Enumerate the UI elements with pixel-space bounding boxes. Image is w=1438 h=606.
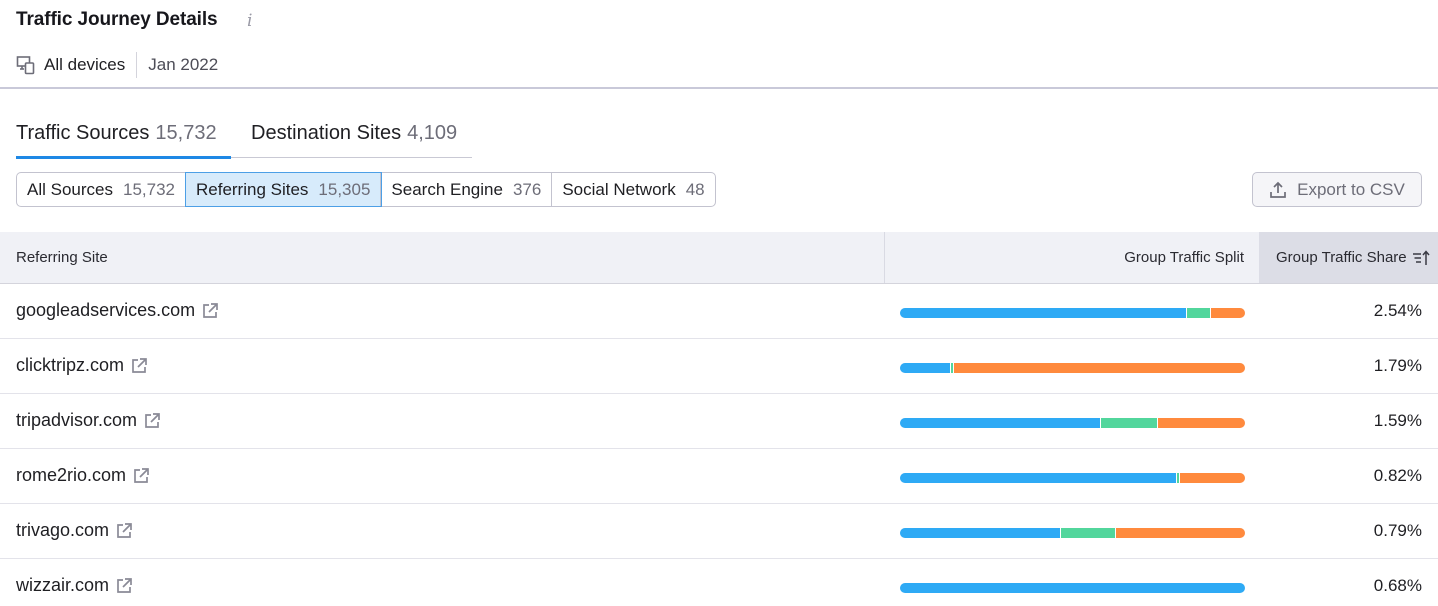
split-segment-b xyxy=(1100,418,1158,428)
tab-bar: Traffic Sources 15,732 Destination Sites 4… xyxy=(16,118,472,159)
referring-site-link[interactable]: tripadvisor.com xyxy=(16,410,161,431)
split-segment-c xyxy=(1179,473,1245,483)
report-meta: All devices Jan 2022 xyxy=(16,52,219,78)
source-filter-group: All Sources 15,732 Referring Sites 15,305 … xyxy=(16,172,716,207)
column-header-share[interactable]: Group Traffic Share xyxy=(1259,232,1438,283)
traffic-split-bar xyxy=(900,583,1245,593)
split-segment-a xyxy=(900,363,951,373)
external-link-icon[interactable] xyxy=(130,357,148,375)
table-row: trivago.com 0.79% xyxy=(0,504,1438,559)
split-segment-c xyxy=(952,363,1245,373)
site-name: rome2rio.com xyxy=(16,465,127,485)
report-header: Traffic Journey Details i All devices Ja… xyxy=(0,0,1438,89)
filter-count: 48 xyxy=(685,179,705,199)
traffic-split-bar xyxy=(900,363,1245,373)
split-segment-a xyxy=(900,308,1187,318)
filter-all-sources[interactable]: All Sources 15,732 xyxy=(17,173,186,206)
traffic-share-value: 1.59% xyxy=(1373,411,1422,430)
traffic-split-bar xyxy=(900,418,1245,428)
column-header-site: Referring Site xyxy=(16,249,108,266)
tab-destination-sites[interactable]: Destination Sites 4,109 xyxy=(251,122,457,145)
site-name: googleadservices.com xyxy=(16,300,196,320)
traffic-split-bar xyxy=(900,308,1245,318)
filter-search-engine[interactable]: Search Engine 376 xyxy=(381,173,553,206)
sort-icon xyxy=(1412,249,1430,265)
filter-social-network[interactable]: Social Network 48 xyxy=(552,173,714,206)
filter-label: Referring Sites xyxy=(195,179,309,199)
external-link-icon[interactable] xyxy=(201,302,219,320)
column-header-split: Group Traffic Split xyxy=(884,232,1259,283)
traffic-share-value: 1.79% xyxy=(1373,356,1422,375)
split-segment-a xyxy=(900,473,1176,483)
referring-site-link[interactable]: rome2rio.com xyxy=(16,465,150,486)
page-title: Traffic Journey Details xyxy=(16,9,218,30)
traffic-share-value: 0.68% xyxy=(1373,576,1422,595)
export-icon xyxy=(1270,181,1286,198)
filter-label: Social Network xyxy=(562,179,676,199)
referring-site-link[interactable]: googleadservices.com xyxy=(16,300,219,321)
table-row: clicktripz.com 1.79% xyxy=(0,339,1438,394)
referring-site-link[interactable]: clicktripz.com xyxy=(16,355,148,376)
split-segment-c xyxy=(1210,308,1245,318)
site-name: trivago.com xyxy=(16,520,110,540)
traffic-share-value: 2.54% xyxy=(1373,301,1422,320)
tab-label: Destination Sites xyxy=(251,122,402,144)
tab-traffic-sources[interactable]: Traffic Sources 15,732 xyxy=(16,122,217,145)
filter-label: All Sources xyxy=(27,179,113,199)
date-label: Jan 2022 xyxy=(148,55,219,74)
devices-icon xyxy=(16,56,35,75)
external-link-icon[interactable] xyxy=(115,577,133,595)
divider xyxy=(136,52,138,78)
split-segment-a xyxy=(900,418,1101,428)
traffic-share-value: 0.82% xyxy=(1373,466,1422,485)
active-tab-indicator xyxy=(16,156,231,159)
table-header: Referring Site Group Traffic Split Group… xyxy=(0,232,1438,284)
tab-count: 15,732 xyxy=(155,122,217,144)
filter-count: 15,732 xyxy=(122,179,175,199)
export-label: Export to CSV xyxy=(1297,179,1405,199)
table-row: tripadvisor.com 1.59% xyxy=(0,394,1438,449)
traffic-split-bar xyxy=(900,528,1245,538)
referring-site-link[interactable]: wizzair.com xyxy=(16,575,133,596)
split-segment-a xyxy=(900,528,1061,538)
column-header-label: Group Traffic Share xyxy=(1276,249,1407,266)
split-segment-c xyxy=(1157,418,1245,428)
external-link-icon[interactable] xyxy=(132,467,150,485)
table-row: rome2rio.com 0.82% xyxy=(0,449,1438,504)
external-link-icon[interactable] xyxy=(115,522,133,540)
external-link-icon[interactable] xyxy=(143,412,161,430)
site-name: wizzair.com xyxy=(16,575,110,595)
table-row: wizzair.com 0.68% xyxy=(0,559,1438,606)
filter-label: Search Engine xyxy=(391,179,503,199)
filter-count: 376 xyxy=(512,179,542,199)
site-name: tripadvisor.com xyxy=(16,410,138,430)
split-segment-b xyxy=(1060,528,1115,538)
device-filter[interactable]: All devices xyxy=(44,55,125,75)
traffic-split-bar xyxy=(900,473,1245,483)
traffic-share-value: 0.79% xyxy=(1373,521,1422,540)
export-csv-button[interactable]: Export to CSV xyxy=(1252,172,1422,207)
tab-count: 4,109 xyxy=(407,122,458,144)
site-name: clicktripz.com xyxy=(16,355,125,375)
tab-label: Traffic Sources xyxy=(16,122,150,144)
filter-count: 15,305 xyxy=(318,179,371,199)
split-segment-a xyxy=(900,583,1245,593)
filter-referring-sites[interactable]: Referring Sites 15,305 xyxy=(184,172,383,207)
split-segment-c xyxy=(1114,528,1245,538)
info-icon[interactable]: i xyxy=(247,11,252,31)
split-segment-b xyxy=(1186,308,1211,318)
table-row: googleadservices.com 2.54% xyxy=(0,284,1438,339)
referring-site-link[interactable]: trivago.com xyxy=(16,520,133,541)
